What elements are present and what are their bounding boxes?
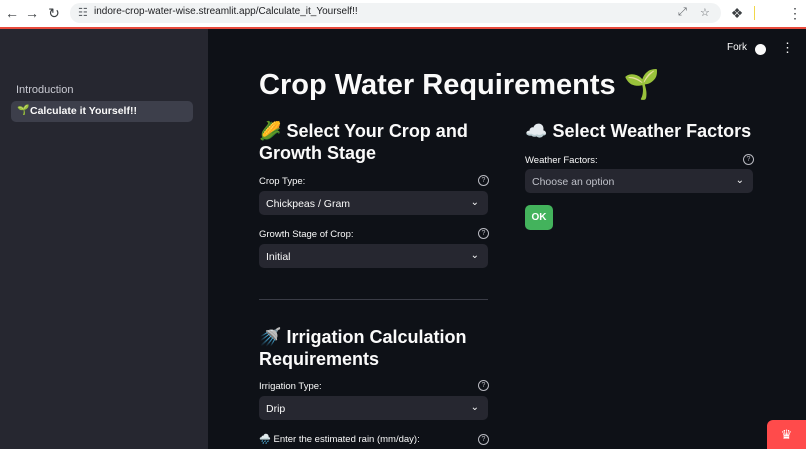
browser-menu-icon[interactable]: ⋮ (786, 4, 804, 22)
weather-factors-label: Weather Factors: (525, 155, 598, 166)
site-info-icon[interactable]: ☷ (78, 6, 88, 19)
page-title-text: Crop Water Requirements (259, 69, 616, 101)
weather-section-heading: ☁️ Select Weather Factors (525, 120, 765, 142)
seedling-icon: 🌱 (17, 105, 30, 116)
help-icon[interactable]: ? (478, 434, 489, 445)
seedling-icon: 🌱 (623, 69, 660, 101)
rain-input-label: 🌧️ Enter the estimated rain (mm/day): (259, 434, 420, 445)
rain-input-label-text: Enter the estimated rain (mm/day): (273, 434, 420, 445)
section-divider (259, 299, 488, 300)
chevron-down-icon: ⌄ (735, 175, 744, 186)
install-icon[interactable]: ⤢ (678, 6, 687, 19)
irrigation-type-value: Drip (266, 403, 286, 415)
crown-icon: ♛ (780, 427, 793, 442)
rain-icon: 🌧️ (259, 434, 271, 445)
crop-type-label: Crop Type: (259, 176, 306, 187)
page-title: Crop Water Requirements 🌱 (259, 68, 660, 102)
sidebar-item-calculate[interactable]: 🌱 Calculate it Yourself!! (11, 101, 193, 122)
help-icon[interactable]: ? (478, 228, 489, 239)
weather-section-heading-text: Select Weather Factors (552, 121, 752, 141)
irrigation-type-label: Irrigation Type: (259, 381, 322, 392)
growth-stage-value: Initial (266, 251, 291, 263)
chevron-down-icon: ⌄ (470, 250, 479, 261)
crop-type-value: Chickpeas / Gram (266, 198, 351, 210)
growth-stage-select[interactable]: Initial ⌄ (259, 244, 488, 268)
github-icon[interactable] (755, 44, 766, 55)
fork-button[interactable]: Fork (727, 42, 747, 53)
cloud-icon: ☁️ (525, 121, 548, 141)
irrigation-section-heading: 🚿 Irrigation Calculation Requirements (259, 326, 499, 370)
crop-section-heading-text: Select Your Crop and Growth Stage (259, 121, 468, 163)
back-icon[interactable]: ← (3, 4, 21, 22)
url-text[interactable]: indore-crop-water-wise.streamlit.app/Cal… (94, 6, 358, 17)
reload-icon[interactable]: ↻ (45, 4, 63, 22)
extensions-icon[interactable]: ❖ (728, 4, 746, 22)
star-icon[interactable]: ☆ (700, 6, 710, 19)
app-menu-icon[interactable]: ⋮ (781, 40, 794, 56)
toolbar-separator (754, 6, 755, 20)
crop-type-select[interactable]: Chickpeas / Gram ⌄ (259, 191, 488, 215)
sidebar-item-label: Calculate it Yourself!! (30, 105, 137, 117)
corn-icon: 🌽 (259, 121, 282, 141)
weather-factors-select[interactable]: Choose an option ⌄ (525, 169, 753, 193)
help-icon[interactable]: ? (743, 154, 754, 165)
sidebar-item-introduction[interactable]: Introduction (16, 84, 73, 96)
ok-button[interactable]: OK (525, 205, 553, 230)
weather-factors-placeholder: Choose an option (532, 176, 615, 188)
browser-toolbar: ← → ↻ ☷ indore-crop-water-wise.streamlit… (0, 0, 806, 27)
help-icon[interactable]: ? (478, 380, 489, 391)
chevron-down-icon: ⌄ (470, 197, 479, 208)
forward-icon[interactable]: → (23, 4, 41, 22)
growth-stage-label: Growth Stage of Crop: (259, 229, 354, 240)
streamlit-badge[interactable]: ♛ (767, 420, 806, 449)
chevron-down-icon: ⌄ (470, 402, 479, 413)
help-icon[interactable]: ? (478, 175, 489, 186)
crop-section-heading: 🌽 Select Your Crop and Growth Stage (259, 120, 489, 164)
irrigation-type-select[interactable]: Drip ⌄ (259, 396, 488, 420)
address-bar[interactable]: ☷ indore-crop-water-wise.streamlit.app/C… (70, 3, 721, 23)
shower-icon: 🚿 (259, 327, 282, 347)
sidebar: Introduction 🌱 Calculate it Yourself!! (0, 29, 208, 449)
irrigation-section-heading-text: Irrigation Calculation Requirements (259, 327, 467, 369)
